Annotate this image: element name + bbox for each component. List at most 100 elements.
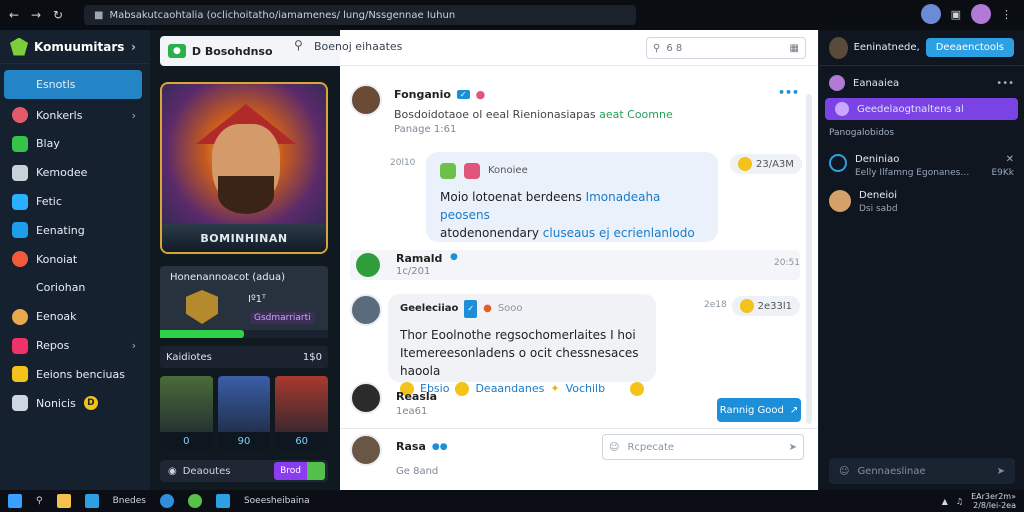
hero-card[interactable]: BOMINHINAN [160,82,328,254]
sidebar-item-label: Blay [36,137,60,151]
app-icon[interactable] [84,494,99,508]
profile-avatar[interactable] [971,4,991,24]
sidebar-item-7[interactable]: Coriohan [0,274,150,303]
more-icon[interactable]: ••• [996,78,1014,89]
avatar[interactable] [350,382,382,414]
emoji-icon[interactable]: ☺ [839,466,849,477]
windows-icon[interactable] [8,494,22,508]
reply-button-label: Rannig Good [719,404,784,416]
chat-item[interactable]: Deneioi Dsi sabd [819,184,1024,220]
volume-icon[interactable]: ♫ [956,497,963,506]
chat-sub: Dsi sabd [859,204,898,214]
extension-icon[interactable] [920,4,941,24]
footer-button[interactable]: Brod [274,462,328,480]
bubble-link-2[interactable]: cluseaus ej ecrienlanlodo [543,226,695,240]
right-row[interactable]: Eanaaiea ••• [819,70,1024,96]
emoji-icon[interactable]: ☺ [609,442,619,453]
chat-item[interactable]: Deniniao ✕ Eelly Ilfamng Egonanes… E9Kk [819,148,1024,184]
chat-time: E9Kk [991,168,1014,178]
avatar[interactable] [350,84,382,116]
right-row-active[interactable]: Geedelaogtnaltens al [825,98,1018,120]
taskbar-item[interactable]: Soeesheibaina [244,496,310,506]
settings-icon [12,164,28,181]
post-author[interactable]: Ramald [396,252,442,265]
thumbnail-caption: 90 [217,432,271,450]
sidebar-item-0[interactable]: Esnotls [4,70,142,99]
sidebar-item-8[interactable]: Eenoak [0,302,150,331]
character-thumbnail[interactable]: 0 [160,376,213,450]
address-bar[interactable]: ■ Mabsakutcaohtalia (oclichoitatho/iamam… [84,5,636,25]
sidebar-item-label: Konkerls [36,108,83,122]
sidebar-item-3[interactable]: Kemodee [0,158,150,187]
sidebar-item-11[interactable]: Nonicis D [0,389,150,418]
primary-button[interactable]: Deeaenctools [925,38,1014,57]
search-icon[interactable]: ⚲ [36,496,43,506]
progress-bar [160,330,328,338]
post-text: Bosdoidotaoe ol eeal Rienionasiapas [394,108,596,121]
search-icon[interactable]: ⚲ [294,38,303,52]
sub-header[interactable]: Kaidiotes 1$0 [160,346,328,368]
taskbar-item[interactable]: Bnedes [113,496,146,506]
filter-icon[interactable]: ▦ [790,43,799,54]
card-title: Honenannoacot (adua) [170,272,285,283]
window-icon[interactable]: ▣ [951,8,961,21]
reaction-badge[interactable]: 2e33l1 [732,296,800,316]
post-author[interactable]: Rasa [396,440,426,453]
app-icon [440,163,456,179]
right-title: Eeninatnede, [853,42,920,53]
sidebar-item-1[interactable]: Konkerls › [0,101,150,130]
bubble-link-2[interactable]: Deaandanes [475,380,544,398]
compose-input[interactable]: ☺ Rcpecate ➤ [602,434,804,460]
reaction-badge[interactable]: 23/A3M [730,154,802,174]
taskbar: ⚲ Bnedes Soeesheibaina ▲ ♫ EAr3er2m» 2/8… [0,490,1024,512]
post-author[interactable]: Fonganio [394,88,451,101]
search-input[interactable]: ⚲ 6 8 ▦ [646,37,806,59]
folder-icon[interactable] [56,494,71,508]
avatar[interactable] [356,253,380,277]
network-icon[interactable]: ▲ [942,497,948,506]
divider [340,428,818,429]
smile-emoji-icon [738,157,752,171]
post-author[interactable]: Reasla [396,390,437,403]
feature-footer[interactable]: ◉ Deaoutes Brod [160,460,328,482]
avatar[interactable] [350,434,382,466]
send-icon[interactable]: ➤ [997,466,1005,477]
post-meta: Ge 8and [396,466,439,477]
chevron-right-icon: › [131,339,136,353]
chrome-icon[interactable] [187,494,202,508]
sidebar-item-9[interactable]: Repos › [0,331,150,360]
browser-icon[interactable] [159,494,174,508]
reload-icon[interactable]: ↻ [50,7,66,23]
messenger-icon[interactable] [215,494,230,508]
sidebar-item-4[interactable]: Fetic [0,187,150,216]
sidebar-item-10[interactable]: Eeions benciuas [0,360,150,389]
sidebar-item-6[interactable]: Konoiat [0,245,150,274]
feature-header[interactable]: ● D Bosohdnso [160,36,340,66]
post-link[interactable]: aeat Coomne [599,108,673,121]
forward-arrow-icon[interactable]: → [28,7,44,23]
character-thumbnail[interactable]: 90 [217,376,271,450]
globe-icon [12,251,28,268]
footer-label: Deaoutes [182,465,231,477]
post-author[interactable]: Geeleciiao [400,300,458,318]
nav-list: Esnotls Konkerls › Blay Kemodee Fetic Eenating… [0,70,150,418]
back-arrow-icon[interactable]: ← [6,7,22,23]
bubble-link-3[interactable]: Vochilb [566,380,606,398]
right-input[interactable]: ☺ Gennaeslinae ➤ [829,458,1015,484]
avatar[interactable] [829,36,848,59]
right-input-placeholder: Gennaeslinae [857,465,926,477]
scrollbar[interactable] [806,94,812,424]
reply-button[interactable]: Rannig Good ↗ [717,398,801,422]
more-options-icon[interactable]: ••• [778,86,799,99]
avatar[interactable] [350,294,382,326]
post: Fonganio ✓ ● ••• Bosdoidotaoe ol eeal Ri… [350,84,800,144]
character-thumbnail[interactable]: 60 [275,376,329,450]
sidebar-item-2[interactable]: Blay [0,130,150,159]
sidebar-item-5[interactable]: Eenating [0,216,150,245]
send-icon[interactable]: ➤ [789,442,797,453]
achievement-card[interactable]: Honenannoacot (adua) Iº1ᵀ Gsdmarriarti [160,266,328,338]
close-icon[interactable]: ✕ [1006,154,1014,165]
brand[interactable]: Komuumitars › [0,30,150,64]
search-label[interactable]: Boenoj eihaates [314,40,402,53]
more-icon[interactable]: ⋮ [1001,8,1012,21]
